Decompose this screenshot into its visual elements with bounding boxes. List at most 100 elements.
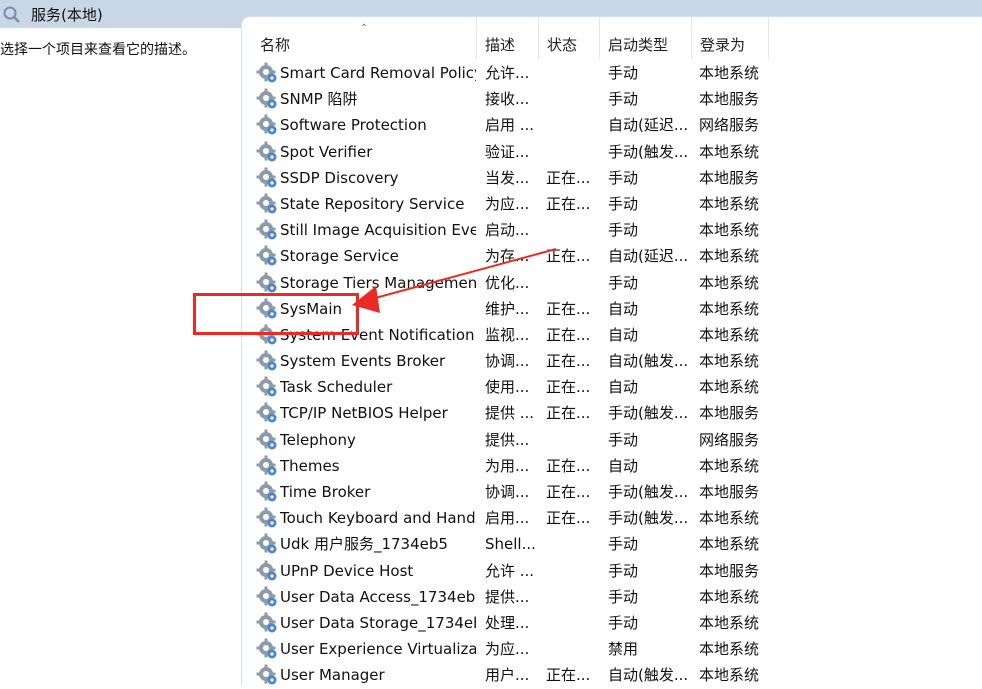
service-description: 接收... — [485, 90, 530, 109]
service-row[interactable]: Storage Service 为存... 正在... 自动(延迟... 本地系统 — [242, 243, 982, 269]
description-panel: 选择一个项目来查看它的描述。 — [0, 28, 242, 687]
service-row[interactable]: User Manager 用户... 正在... 自动(触发... 本地系统 — [242, 662, 982, 688]
window-title: 服务(本地) — [31, 6, 103, 24]
service-status: 正在... — [546, 168, 591, 187]
service-gear-icon — [256, 507, 278, 529]
service-status — [546, 60, 600, 86]
service-logon-as: 本地系统 — [699, 666, 760, 685]
service-description: Shell... — [485, 535, 536, 554]
service-startup-type: 自动(触发... — [608, 352, 689, 371]
service-row[interactable]: SNMP 陷阱 接收... 手动 本地服务 — [242, 86, 982, 112]
service-logon-as: 本地系统 — [699, 640, 760, 659]
service-name: User Manager — [280, 666, 385, 685]
service-row[interactable]: UPnP Device Host 允许 ... 手动 本地服务 — [242, 558, 982, 584]
service-gear-icon — [256, 114, 278, 136]
service-gear-icon — [256, 560, 278, 582]
service-status: 正在... — [546, 194, 591, 213]
service-description: 验证... — [485, 142, 530, 161]
service-row[interactable]: SSDP Discovery 当发... 正在... 手动 本地服务 — [242, 165, 982, 191]
service-name: Software Protection — [280, 116, 427, 135]
service-name: Smart Card Removal Policy — [280, 64, 476, 82]
service-row[interactable]: State Repository Service 为应... 正在... 手动 本地系统 — [242, 191, 982, 217]
service-logon-as: 网络服务 — [699, 430, 760, 449]
service-status: 正在... — [546, 509, 591, 528]
service-logon-as: 本地系统 — [699, 325, 760, 344]
column-header-name[interactable]: ⌃ 名称 — [242, 17, 477, 59]
service-name: Storage Tiers Management — [280, 273, 476, 292]
service-name: Task Scheduler — [280, 378, 393, 397]
column-header-status[interactable]: 状态 — [539, 17, 600, 59]
service-description: 当发... — [485, 168, 530, 187]
service-logon-as: 本地服务 — [699, 561, 760, 580]
service-description: 处理... — [485, 613, 530, 632]
service-status — [546, 270, 600, 296]
service-logon-as: 本地系统 — [699, 299, 760, 318]
service-status: 正在... — [546, 352, 591, 371]
service-status: 正在... — [546, 483, 591, 501]
service-startup-type: 自动(延迟... — [608, 116, 689, 135]
service-row[interactable]: Themes 为用... 正在... 自动 本地系统 — [242, 453, 982, 479]
service-row[interactable]: User Data Access_1734eb5 提供... 手动 本地系统 — [242, 584, 982, 610]
service-gear-icon — [256, 586, 278, 608]
column-header-row: ⌃ 名称 描述 状态 启动类型 登录为 — [242, 17, 982, 59]
service-startup-type: 手动(触发... — [608, 142, 689, 161]
service-row[interactable]: System Events Broker 协调... 正在... 自动(触发... 本地… — [242, 348, 982, 374]
service-logon-as: 本地系统 — [699, 613, 760, 632]
service-row[interactable]: Touch Keyboard and Hand... 启用... 正在... 手动(触… — [242, 505, 982, 531]
service-startup-type: 手动 — [608, 561, 639, 580]
service-description: 协调... — [485, 483, 530, 501]
service-description: 监视... — [485, 325, 530, 344]
service-description: 允许... — [485, 64, 530, 82]
service-row[interactable]: Software Protection 启用 ... 自动(延迟... 网络服务 — [242, 112, 982, 138]
description-text: 选择一个项目来查看它的描述。 — [0, 42, 196, 58]
service-startup-type: 手动 — [608, 430, 639, 449]
column-header-startup-type[interactable]: 启动类型 — [600, 17, 692, 59]
service-startup-type: 手动 — [608, 64, 639, 82]
service-gear-icon — [256, 664, 278, 686]
service-startup-type: 自动(延迟... — [608, 247, 689, 266]
service-startup-type: 自动 — [608, 299, 639, 318]
service-gear-icon — [256, 245, 278, 267]
service-logon-as: 本地系统 — [699, 587, 760, 606]
service-row[interactable]: Still Image Acquisition Eve... 启动... 手动 本地系… — [242, 217, 982, 243]
service-description: 优化... — [485, 273, 530, 292]
service-row[interactable]: Task Scheduler 使用... 正在... 自动 本地系统 — [242, 374, 982, 400]
service-logon-as: 本地系统 — [699, 352, 760, 371]
service-gear-icon — [256, 533, 278, 555]
service-name: User Experience Virtualizat... — [280, 640, 476, 659]
service-name: TCP/IP NetBIOS Helper — [280, 404, 448, 423]
service-row[interactable]: Spot Verifier 验证... 手动(触发... 本地系统 — [242, 139, 982, 165]
service-gear-icon — [256, 429, 278, 451]
service-description: 用户... — [485, 666, 530, 685]
services-rows: Smart Card Removal Policy 允许... 手动 本地系统 SNMP… — [242, 60, 982, 689]
service-row[interactable]: Storage Tiers Management 优化... 手动 本地系统 — [242, 270, 982, 296]
service-description: 为应... — [485, 640, 530, 659]
service-logon-as: 本地系统 — [699, 273, 760, 292]
service-row[interactable]: Smart Card Removal Policy 允许... 手动 本地系统 — [242, 60, 982, 86]
service-gear-icon — [256, 612, 278, 634]
service-row[interactable]: Telephony 提供... 手动 网络服务 — [242, 427, 982, 453]
services-gear-icon — [3, 6, 20, 23]
service-row[interactable]: TCP/IP NetBIOS Helper 提供 ... 正在... 手动(触发...… — [242, 400, 982, 426]
service-status — [546, 86, 600, 112]
services-list: ⌃ 名称 描述 状态 启动类型 登录为 Smart Card Removal P… — [242, 17, 982, 687]
column-header-logon-as[interactable]: 登录为 — [692, 17, 769, 59]
service-startup-type: 手动 — [608, 90, 639, 109]
service-description: 提供... — [485, 587, 530, 606]
service-gear-icon — [256, 481, 278, 503]
service-row[interactable]: Udk 用户服务_1734eb5 Shell... 手动 本地系统 — [242, 531, 982, 557]
service-name: UPnP Device Host — [280, 561, 414, 580]
service-startup-type: 手动 — [608, 273, 639, 292]
service-gear-icon — [256, 88, 278, 110]
service-status — [546, 531, 600, 557]
service-status: 正在... — [546, 404, 591, 423]
service-row[interactable]: User Experience Virtualizat... 为应... 禁用 本地系… — [242, 636, 982, 662]
service-gear-icon — [256, 402, 278, 424]
service-row[interactable]: User Data Storage_1734eb5 处理... 手动 本地系统 — [242, 610, 982, 636]
service-name: SSDP Discovery — [280, 168, 399, 187]
column-header-description[interactable]: 描述 — [477, 17, 539, 59]
service-row[interactable]: Time Broker 协调... 正在... 手动(触发... 本地服务 — [242, 479, 982, 505]
service-description: 维护... — [485, 299, 530, 318]
service-startup-type: 手动 — [608, 168, 639, 187]
service-description: 提供 ... — [485, 404, 535, 423]
